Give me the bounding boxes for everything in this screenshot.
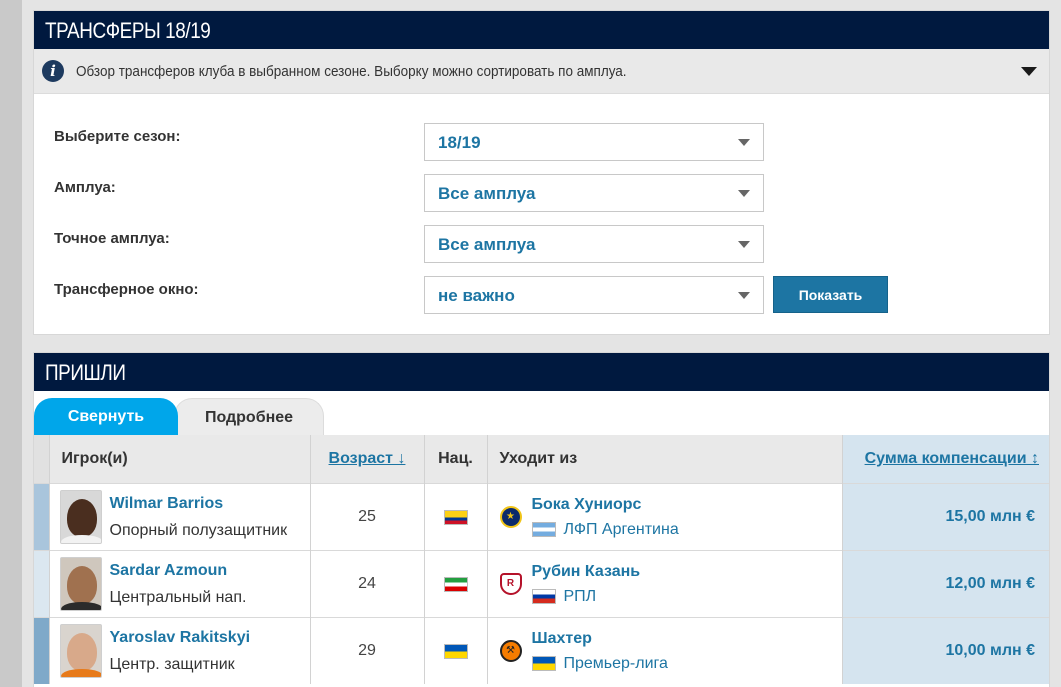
arrivals-box: ПРИШЛИ Подробнее Свернуть Игрок(и) Возра… [33,352,1050,687]
league-name: ЛФП Аргентина [563,520,679,538]
iran-flag-icon[interactable] [443,576,468,592]
from-club-link[interactable]: Бока Хуниорс [532,492,679,517]
arrivals-title: ПРИШЛИ [45,360,126,385]
tab-detailed[interactable]: Подробнее [174,398,324,435]
player-position: Центр. защитник [109,655,235,673]
table-row: Sardar Azmoun Центральный нап. 24 R Руби… [34,549,1049,617]
arrivals-tabs: Подробнее Свернуть [34,391,1049,435]
club-crest-icon[interactable]: ★ [499,505,522,528]
nationality-cell [423,549,487,617]
header-age-sort[interactable]: Возраст ↓ [309,435,424,483]
row-marker [34,616,49,684]
page-left-gutter [0,0,22,687]
caret-down-icon [738,139,750,146]
transfer-window-select-value: не важно [438,286,515,305]
transfer-fee[interactable]: 10,00 млн € [841,616,1049,684]
header-marker-cell [34,435,49,483]
season-select[interactable]: 18/19 [424,123,764,161]
club-crest-icon[interactable]: R [499,572,522,595]
player-name-link[interactable]: Sardar Azmoun [110,557,247,584]
argentina-flag-icon [531,521,556,537]
show-button[interactable]: Показать [773,276,888,313]
ukraine-flag-icon [531,655,556,671]
transfer-fee[interactable]: 15,00 млн € [841,482,1049,550]
info-icon: i [42,60,64,82]
from-club-link[interactable]: Шахтер [532,626,668,651]
season-select-value: 18/19 [438,133,481,152]
from-club-link[interactable]: Рубин Казань [532,559,641,584]
table-row: Yaroslav Rakitskyi Центр. защитник 29 ⚒ … [34,616,1049,684]
exact-position-label: Точное амплуа: [54,230,170,247]
league-name: РПЛ [563,587,597,605]
nationality-cell [423,616,487,684]
transfer-window-label: Трансферное окно: [54,281,199,298]
info-bar[interactable]: i Обзор трансферов клуба в выбранном сез… [34,49,1049,94]
table-header-row: Игрок(и) Возраст ↓ Нац. Уходит из Сумма … [34,435,1049,483]
season-label: Выберите сезон: [54,128,181,145]
player-age: 24 [309,549,424,617]
transfers-filter-box: ТРАНСФЕРЫ 18/19 i Обзор трансферов клуба… [33,10,1050,335]
russia-flag-icon [531,588,556,604]
league-link[interactable]: Премьер-лига [531,651,668,676]
from-club-cell: R Рубин Казань РПЛ [486,549,842,617]
caret-down-icon[interactable] [1021,66,1037,76]
club-crest-icon[interactable]: ⚒ [499,639,522,662]
caret-down-icon [738,241,750,248]
player-photo[interactable] [59,623,102,678]
transfer-fee[interactable]: 12,00 млн € [841,549,1049,617]
player-cell: Wilmar Barrios Опорный полузащитник [48,482,310,550]
player-cell: Sardar Azmoun Центральный нап. [48,549,310,617]
exact-position-select[interactable]: Все амплуа [424,225,764,263]
header-nationality: Нац. [423,435,487,483]
player-photo[interactable] [59,556,102,611]
header-fee-sort[interactable]: Сумма компенсации ↕ [841,435,1049,483]
caret-down-icon [738,190,750,197]
ukraine-flag-icon[interactable] [443,644,468,660]
league-link[interactable]: ЛФП Аргентина [531,517,679,542]
exact-position-select-value: Все амплуа [438,235,536,254]
from-club-cell: ⚒ Шахтер Премьер-лига [486,616,842,684]
header-player: Игрок(и) [48,435,310,483]
tab-collapse[interactable]: Свернуть [34,398,178,435]
player-age: 25 [309,482,424,550]
transfers-box-title: ТРАНСФЕРЫ 18/19 [45,18,211,43]
row-marker [34,482,49,550]
position-select-value: Все амплуа [438,184,536,203]
info-text: Обзор трансферов клуба в выбранном сезон… [76,62,627,80]
player-age: 29 [309,616,424,684]
position-select[interactable]: Все амплуа [424,174,764,212]
player-name-link[interactable]: Wilmar Barrios [110,490,288,517]
nationality-cell [423,482,487,550]
header-from-club: Уходит из [486,435,842,483]
arrivals-header: ПРИШЛИ [34,353,1049,391]
player-cell: Yaroslav Rakitskyi Центр. защитник [48,616,310,684]
transfers-box-header: ТРАНСФЕРЫ 18/19 [34,11,1049,49]
arrivals-table: Игрок(и) Возраст ↓ Нац. Уходит из Сумма … [34,435,1049,684]
league-name: Премьер-лига [563,654,668,672]
player-photo[interactable] [59,489,102,544]
league-link[interactable]: РПЛ [531,584,641,609]
transfer-window-select[interactable]: не важно [424,276,764,314]
player-position: Опорный полузащитник [109,521,288,539]
table-row: Wilmar Barrios Опорный полузащитник 25 ★… [34,482,1049,550]
colombia-flag-icon[interactable] [443,509,468,525]
from-club-cell: ★ Бока Хуниорс ЛФП Аргентина [486,482,842,550]
caret-down-icon [738,292,750,299]
player-name-link[interactable]: Yaroslav Rakitskyi [110,624,251,651]
row-marker [34,549,49,617]
position-label: Амплуа: [54,179,116,196]
player-position: Центральный нап. [109,588,247,606]
